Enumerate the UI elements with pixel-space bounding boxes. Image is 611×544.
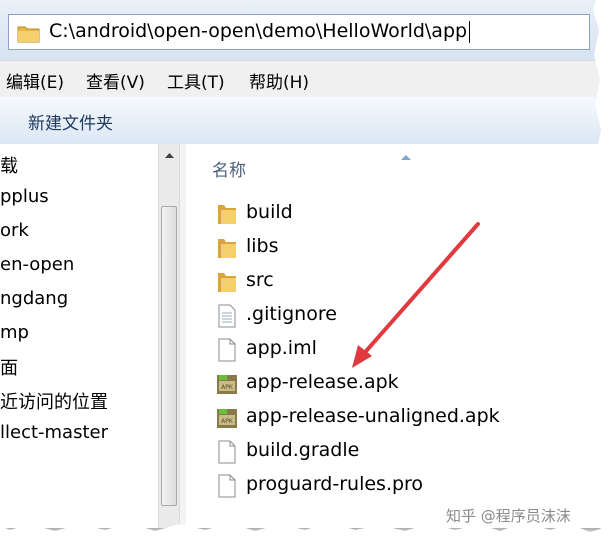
- file-row[interactable]: build: [216, 199, 576, 229]
- nav-item[interactable]: 面: [0, 354, 18, 380]
- file-icon: [216, 440, 238, 464]
- nav-item[interactable]: 载: [0, 152, 18, 178]
- menu-bar: 编辑(E) 查看(V) 工具(T) 帮助(H): [0, 60, 604, 98]
- apk-file-icon: APK: [216, 372, 238, 396]
- address-bar-region: C:\android\open-open\demo\HelloWorld\app: [0, 0, 604, 60]
- file-row[interactable]: app.iml: [216, 335, 576, 365]
- new-folder-button[interactable]: 新建文件夹: [28, 109, 113, 134]
- file-name: app-release-unaligned.apk: [246, 405, 500, 427]
- file-name: build.gradle: [246, 439, 360, 461]
- nav-item[interactable]: en-open: [0, 254, 74, 275]
- nav-scrollbar[interactable]: [158, 144, 180, 528]
- file-row[interactable]: APK app-release.apk: [216, 369, 576, 399]
- nav-item[interactable]: ngdang: [0, 288, 68, 309]
- menu-tools[interactable]: 工具(T): [167, 68, 225, 93]
- file-name: libs: [246, 235, 279, 257]
- file-list: 名称 build libs src .gitignore app.iml APK…: [186, 144, 604, 528]
- watermark-text: 知乎 @程序员沫沫: [446, 507, 571, 525]
- address-bar[interactable]: C:\android\open-open\demo\HelloWorld\app: [8, 14, 590, 50]
- torn-edge-right: [593, 0, 611, 544]
- menu-help[interactable]: 帮助(H): [249, 68, 309, 93]
- file-icon: [216, 338, 238, 362]
- navigation-pane: 载 pplus ork en-open ngdang mp 面 近访问的位置 l…: [0, 144, 158, 528]
- nav-item[interactable]: 近访问的位置: [0, 388, 108, 414]
- file-name: proguard-rules.pro: [246, 473, 424, 495]
- nav-item[interactable]: ork: [0, 220, 29, 241]
- file-name: src: [246, 269, 274, 291]
- folder-icon: [17, 23, 41, 47]
- file-row[interactable]: APK app-release-unaligned.apk: [216, 403, 576, 433]
- file-name: .gitignore: [246, 303, 337, 325]
- text-caret: [469, 21, 470, 43]
- file-icon: [216, 474, 238, 498]
- file-row[interactable]: build.gradle: [216, 437, 576, 467]
- svg-text:APK: APK: [221, 418, 234, 425]
- menu-edit[interactable]: 编辑(E): [6, 68, 64, 93]
- sort-arrow-icon: [400, 146, 412, 165]
- apk-file-icon: APK: [216, 406, 238, 430]
- explorer-window: C:\android\open-open\demo\HelloWorld\app…: [0, 0, 604, 528]
- menu-view[interactable]: 查看(V): [86, 68, 145, 93]
- file-row[interactable]: .gitignore: [216, 301, 576, 331]
- nav-item[interactable]: mp: [0, 322, 29, 343]
- file-name: build: [246, 201, 293, 223]
- file-row[interactable]: proguard-rules.pro: [216, 471, 576, 501]
- file-name: app.iml: [246, 337, 317, 359]
- file-row[interactable]: libs: [216, 233, 576, 263]
- file-name: app-release.apk: [246, 371, 399, 393]
- scroll-up-arrow-icon[interactable]: [162, 148, 177, 163]
- column-header-name[interactable]: 名称: [212, 156, 246, 181]
- toolbar: 新建文件夹: [0, 97, 604, 145]
- folder-icon: [216, 236, 238, 260]
- scrollbar-thumb[interactable]: [161, 206, 177, 506]
- folder-icon: [216, 202, 238, 226]
- svg-text:APK: APK: [221, 384, 234, 391]
- nav-item[interactable]: pplus: [0, 186, 49, 207]
- nav-item[interactable]: llect-master: [0, 422, 108, 443]
- address-path[interactable]: C:\android\open-open\demo\HelloWorld\app: [49, 20, 467, 42]
- folder-icon: [216, 270, 238, 294]
- file-row[interactable]: src: [216, 267, 576, 297]
- text-file-icon: [216, 304, 238, 328]
